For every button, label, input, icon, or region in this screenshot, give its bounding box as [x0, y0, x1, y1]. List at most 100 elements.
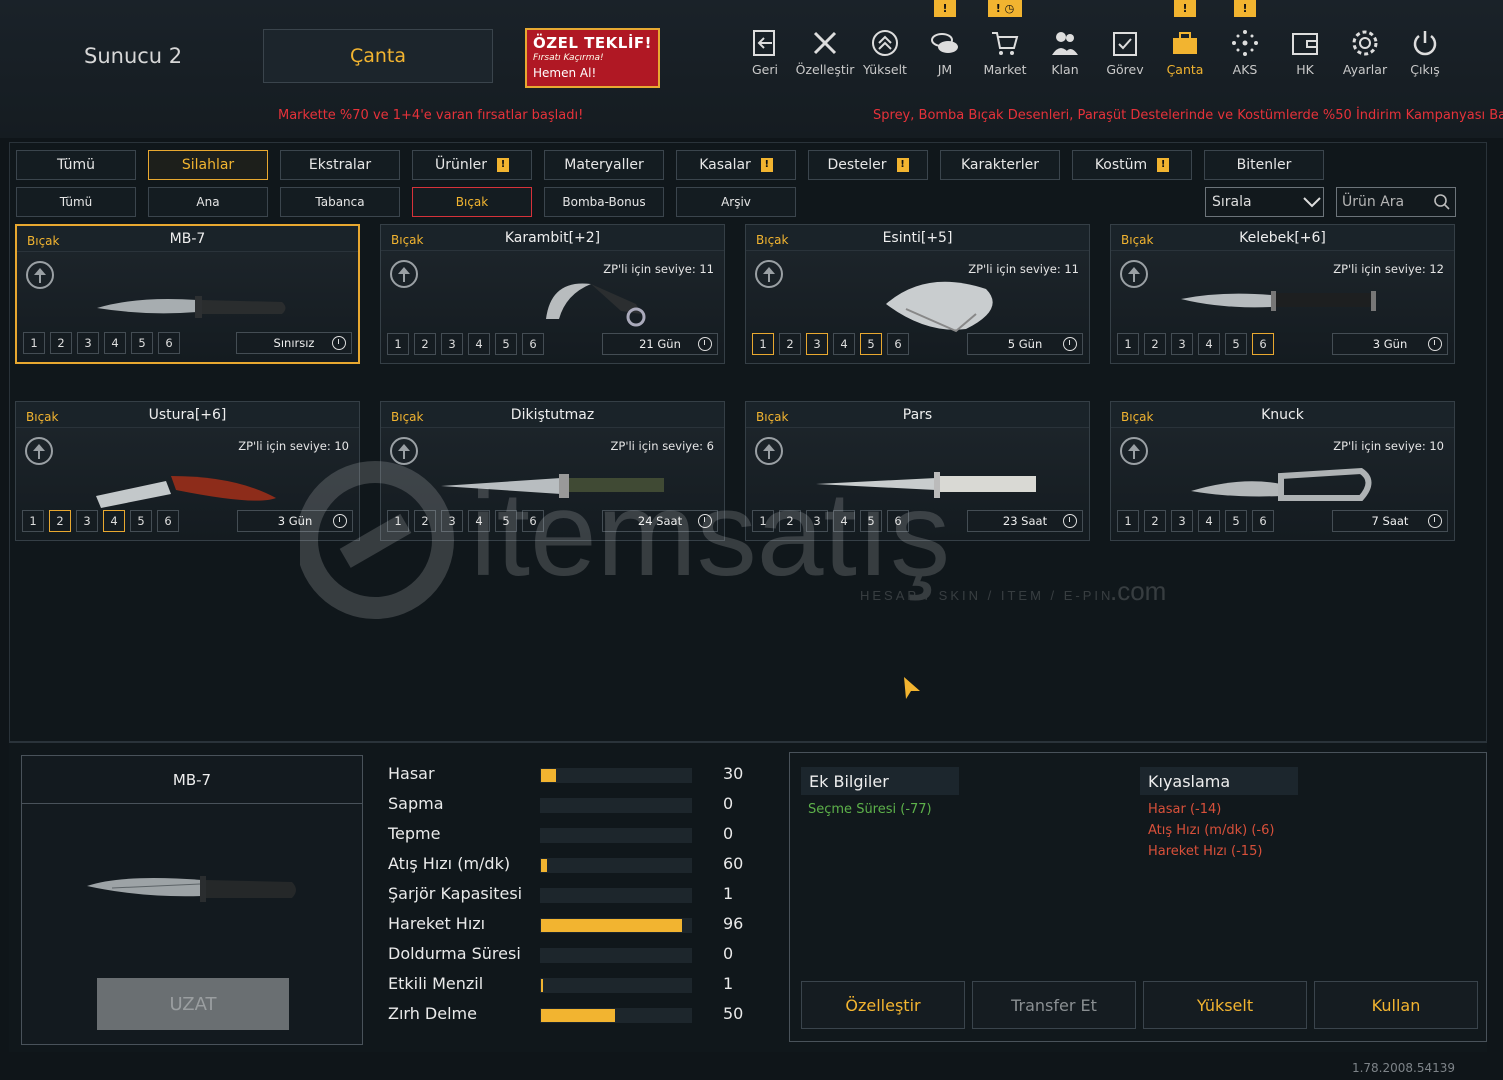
item-card[interactable]: Bıçak Knuck ZP'li için seviye: 10 1 2 3 4 5 6 7 S… — [1110, 401, 1455, 541]
slot-6[interactable]: 6 — [887, 510, 909, 532]
upgrade-arrow-icon[interactable] — [1120, 260, 1148, 288]
slot-2[interactable]: 2 — [779, 333, 801, 355]
upgrade-arrow-icon[interactable] — [25, 437, 53, 465]
tab-5[interactable]: Kasalar! — [676, 150, 796, 180]
subtab-5[interactable]: Arşiv — [676, 187, 796, 217]
slot-2[interactable]: 2 — [50, 332, 72, 354]
slot-4[interactable]: 4 — [104, 332, 126, 354]
upgrade-arrow-icon[interactable] — [390, 260, 418, 288]
nav-item-11[interactable]: Çıkış — [1395, 0, 1455, 90]
slot-3[interactable]: 3 — [77, 332, 99, 354]
nav-item-4[interactable]: ! ◷ Market — [975, 0, 1035, 90]
slot-3[interactable]: 3 — [806, 510, 828, 532]
slot-4[interactable]: 4 — [833, 333, 855, 355]
slot-1[interactable]: 1 — [23, 332, 45, 354]
tab-8[interactable]: Kostüm! — [1072, 150, 1192, 180]
nav-item-3[interactable]: ! JM — [915, 0, 975, 90]
slot-4[interactable]: 4 — [468, 333, 490, 355]
upgrade-arrow-icon[interactable] — [1120, 437, 1148, 465]
slot-1[interactable]: 1 — [22, 510, 44, 532]
slot-2[interactable]: 2 — [49, 510, 71, 532]
slot-2[interactable]: 2 — [414, 510, 436, 532]
slot-1[interactable]: 1 — [752, 510, 774, 532]
slot-3[interactable]: 3 — [1171, 333, 1193, 355]
slot-5[interactable]: 5 — [130, 510, 152, 532]
slot-5[interactable]: 5 — [495, 333, 517, 355]
extend-button[interactable]: UZAT — [97, 978, 289, 1030]
item-card[interactable]: Bıçak MB-7 1 2 3 4 5 6 Sınırsız — [15, 224, 360, 364]
slot-1[interactable]: 1 — [387, 333, 409, 355]
upgrade-arrow-icon[interactable] — [755, 437, 783, 465]
subtab-2[interactable]: Tabanca — [280, 187, 400, 217]
slot-6[interactable]: 6 — [1252, 510, 1274, 532]
tab-0[interactable]: Tümü — [16, 150, 136, 180]
item-card[interactable]: Bıçak Esinti[+5] ZP'li için seviye: 11 1 2 3 4… — [745, 224, 1090, 364]
search-input[interactable]: Ürün Ara — [1336, 187, 1456, 217]
nav-item-10[interactable]: Ayarlar — [1335, 0, 1395, 90]
slot-1[interactable]: 1 — [387, 510, 409, 532]
nav-item-2[interactable]: Yükselt — [855, 0, 915, 90]
tab-1[interactable]: Silahlar — [148, 150, 268, 180]
tab-6[interactable]: Desteler! — [808, 150, 928, 180]
item-card[interactable]: Bıçak Kelebek[+6] ZP'li için seviye: 12 1 2 3… — [1110, 224, 1455, 364]
sort-dropdown[interactable]: Sırala — [1205, 187, 1324, 217]
item-card[interactable]: Bıçak Pars 1 2 3 4 5 6 23 Saat — [745, 401, 1090, 541]
upgrade-arrow-icon[interactable] — [390, 437, 418, 465]
slot-4[interactable]: 4 — [1198, 510, 1220, 532]
slot-6[interactable]: 6 — [887, 333, 909, 355]
slot-1[interactable]: 1 — [752, 333, 774, 355]
slot-5[interactable]: 5 — [860, 333, 882, 355]
slot-3[interactable]: 3 — [806, 333, 828, 355]
nav-item-1[interactable]: Özelleştir — [795, 0, 855, 90]
nav-item-0[interactable]: Geri — [735, 0, 795, 90]
tab-2[interactable]: Ekstralar — [280, 150, 400, 180]
slot-3[interactable]: 3 — [441, 510, 463, 532]
upgrade-arrow-icon[interactable] — [755, 260, 783, 288]
nav-item-8[interactable]: ! AKS — [1215, 0, 1275, 90]
slot-5[interactable]: 5 — [1225, 333, 1247, 355]
search-icon[interactable] — [1433, 193, 1451, 211]
slot-3[interactable]: 3 — [1171, 510, 1193, 532]
slot-4[interactable]: 4 — [103, 510, 125, 532]
slot-6[interactable]: 6 — [522, 333, 544, 355]
action-button-0[interactable]: Özelleştir — [801, 981, 965, 1029]
slot-2[interactable]: 2 — [1144, 510, 1166, 532]
tab-3[interactable]: Ürünler! — [412, 150, 532, 180]
action-button-3[interactable]: Kullan — [1314, 981, 1478, 1029]
slot-4[interactable]: 4 — [1198, 333, 1220, 355]
nav-item-5[interactable]: Klan — [1035, 0, 1095, 90]
bag-title-tab[interactable]: Çanta — [263, 29, 493, 83]
action-button-2[interactable]: Yükselt — [1143, 981, 1307, 1029]
slot-6[interactable]: 6 — [158, 332, 180, 354]
tab-7[interactable]: Karakterler — [940, 150, 1060, 180]
item-card[interactable]: Bıçak Dikiştutmaz ZP'li için seviye: 61234… — [380, 401, 725, 541]
item-card[interactable]: Bıçak Karambit[+2] ZP'li için seviye: 11 1 2… — [380, 224, 725, 364]
subtab-4[interactable]: Bomba-Bonus — [544, 187, 664, 217]
tab-9[interactable]: Bitenler — [1204, 150, 1324, 180]
nav-item-9[interactable]: HK — [1275, 0, 1335, 90]
slot-1[interactable]: 1 — [1117, 333, 1139, 355]
subtab-3[interactable]: Bıçak — [412, 187, 532, 217]
slot-2[interactable]: 2 — [414, 333, 436, 355]
slot-6[interactable]: 6 — [1252, 333, 1274, 355]
special-offer-banner[interactable]: ÖZEL TEKLİF! Fırsatı Kaçırma! Hemen Al! — [525, 28, 660, 88]
subtab-1[interactable]: Ana — [148, 187, 268, 217]
item-card[interactable]: Bıçak Ustura[+6] ZP'li için seviye: 10 1 2 3 4… — [15, 401, 360, 541]
slot-3[interactable]: 3 — [76, 510, 98, 532]
slot-2[interactable]: 2 — [1144, 333, 1166, 355]
slot-4[interactable]: 4 — [468, 510, 490, 532]
slot-5[interactable]: 5 — [131, 332, 153, 354]
slot-6[interactable]: 6 — [522, 510, 544, 532]
subtab-0[interactable]: Tümü — [16, 187, 136, 217]
action-button-1[interactable]: Transfer Et — [972, 981, 1136, 1029]
slot-5[interactable]: 5 — [1225, 510, 1247, 532]
slot-4[interactable]: 4 — [833, 510, 855, 532]
nav-item-7[interactable]: ! Çanta — [1155, 0, 1215, 90]
slot-6[interactable]: 6 — [157, 510, 179, 532]
slot-5[interactable]: 5 — [860, 510, 882, 532]
nav-item-6[interactable]: Görev — [1095, 0, 1155, 90]
slot-2[interactable]: 2 — [779, 510, 801, 532]
upgrade-arrow-icon[interactable] — [26, 261, 54, 289]
tab-4[interactable]: Materyaller — [544, 150, 664, 180]
slot-1[interactable]: 1 — [1117, 510, 1139, 532]
